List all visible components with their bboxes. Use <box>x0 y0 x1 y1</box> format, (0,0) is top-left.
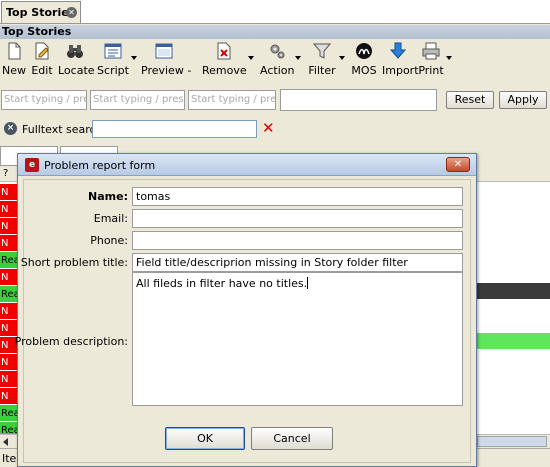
table-row[interactable]: N <box>0 269 18 286</box>
printer-icon <box>422 42 440 60</box>
scroll-left-icon[interactable] <box>3 438 8 446</box>
edit-icon <box>35 42 49 60</box>
close-icon[interactable]: ✕ <box>66 7 77 18</box>
dialog-title: Problem report form <box>44 159 156 172</box>
import-button[interactable]: Import <box>382 40 419 80</box>
app-logo-icon: e <box>25 158 39 172</box>
import-arrow-icon <box>389 42 407 59</box>
action-button[interactable]: Action <box>260 40 294 80</box>
chevron-down-icon[interactable] <box>248 56 254 60</box>
filter-input-3[interactable]: Start typing / press <box>188 90 276 110</box>
panel-title: Top Stories <box>0 25 550 39</box>
table-row[interactable]: N <box>0 201 18 218</box>
filter-input-2[interactable]: Start typing / press F <box>90 90 185 110</box>
table-row[interactable]: N <box>0 388 18 405</box>
description-text: All fileds in filter have no titles. <box>136 277 308 290</box>
chevron-down-icon[interactable] <box>339 56 345 60</box>
locate-button[interactable]: Locate <box>58 40 95 80</box>
remove-document-icon <box>217 42 231 60</box>
mos-button[interactable]: MOS <box>350 40 378 80</box>
clear-x-icon[interactable]: ✕ <box>262 119 275 137</box>
toolbar: New Edit Locate Script Preview - Remove … <box>0 40 550 84</box>
email-label: Email: <box>93 212 128 225</box>
binoculars-icon <box>67 45 83 58</box>
clear-circle-icon[interactable]: × <box>4 122 17 135</box>
table-row[interactable]: N <box>0 235 18 252</box>
cancel-button[interactable]: Cancel <box>251 427 333 450</box>
filter-input-4[interactable] <box>280 89 437 111</box>
tab-top-stories[interactable]: Top Stories ✕ <box>1 1 81 23</box>
preview-window-icon <box>155 43 173 59</box>
short-title-label: Short problem title: <box>20 256 128 269</box>
short-title-field[interactable]: Field title/descriprion missing in Story… <box>132 253 463 272</box>
table-row[interactable]: Rea <box>0 286 18 303</box>
table-row[interactable]: N <box>0 184 18 201</box>
remove-button[interactable]: Remove <box>202 40 247 80</box>
new-button[interactable]: New <box>2 40 26 80</box>
table-row[interactable]: N <box>0 371 18 388</box>
fulltext-search-row: × Fulltext search: ✕ <box>0 119 300 139</box>
scrollbar-thumb[interactable] <box>477 436 547 447</box>
text-caret <box>307 277 309 289</box>
description-label: Problem description: <box>14 335 128 348</box>
apply-button[interactable]: Apply <box>499 91 547 109</box>
table-row[interactable]: N <box>0 354 18 371</box>
selected-row-strip[interactable] <box>476 283 550 299</box>
fulltext-search-input[interactable] <box>92 120 257 138</box>
phone-field[interactable] <box>132 231 463 250</box>
problem-report-dialog: e Problem report form ✕ Name: tomas Emai… <box>15 153 477 467</box>
email-field[interactable] <box>132 209 463 228</box>
description-textarea[interactable]: All fileds in filter have no titles. <box>132 272 463 406</box>
name-label: Name: <box>88 190 128 203</box>
funnel-icon <box>313 43 331 59</box>
ok-button[interactable]: OK <box>165 427 245 450</box>
print-button[interactable]: Print <box>418 40 444 80</box>
edit-button[interactable]: Edit <box>29 40 55 80</box>
dialog-form: Name: tomas Email: Phone: Short problem … <box>15 179 471 463</box>
script-icon <box>104 43 122 59</box>
ready-row-strip[interactable] <box>476 333 550 349</box>
name-field[interactable]: tomas <box>132 187 463 206</box>
preview-button[interactable]: Preview - <box>141 40 191 80</box>
close-icon[interactable]: ✕ <box>446 157 470 172</box>
table-row[interactable]: N <box>0 303 18 320</box>
gears-icon <box>270 44 285 59</box>
script-button[interactable]: Script <box>96 40 130 80</box>
reset-button[interactable]: Reset <box>446 91 494 109</box>
mos-icon <box>356 43 372 59</box>
dialog-title-bar[interactable]: e Problem report form ✕ <box>18 154 476 176</box>
chevron-down-icon[interactable] <box>131 56 137 60</box>
tab-bar: Top Stories ✕ <box>0 0 550 24</box>
table-row[interactable]: N <box>0 218 18 235</box>
filter-input-1[interactable]: Start typing / press <box>1 90 87 110</box>
filter-button[interactable]: Filter <box>306 40 338 80</box>
chevron-down-icon[interactable] <box>295 56 301 60</box>
tab-label: Top Stories <box>6 6 76 19</box>
table-row[interactable]: Rea <box>0 405 18 422</box>
table-row[interactable]: Rea <box>0 252 18 269</box>
chevron-down-icon[interactable] <box>446 56 452 60</box>
phone-label: Phone: <box>90 234 128 247</box>
new-document-icon <box>8 42 21 60</box>
